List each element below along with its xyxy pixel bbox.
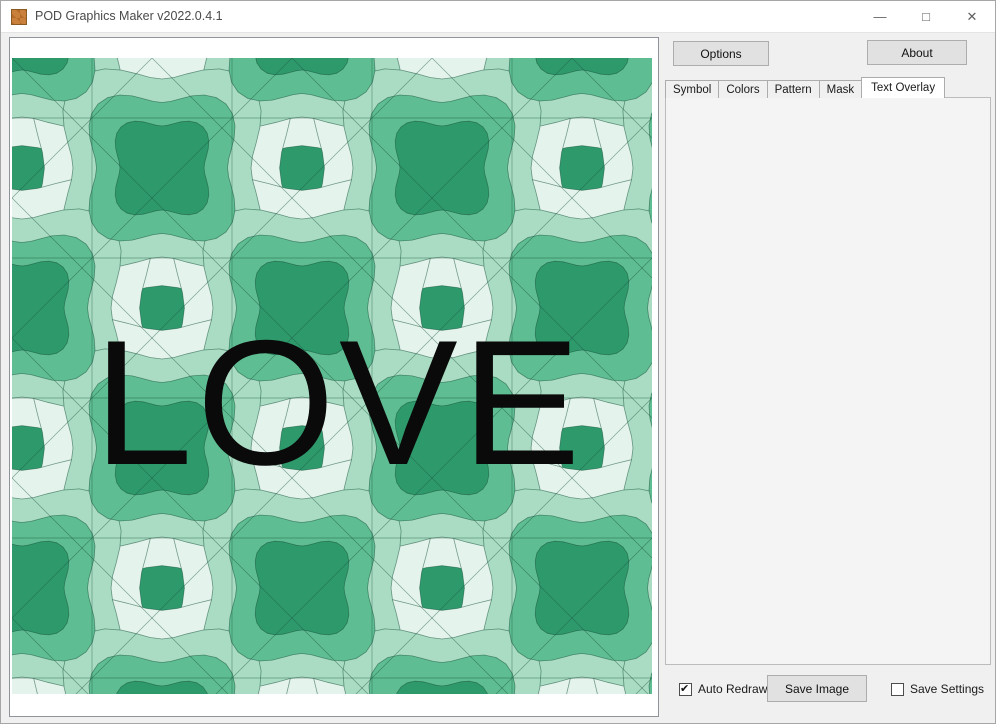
- window-title: POD Graphics Maker v2022.0.4.1: [35, 9, 223, 23]
- tab-pattern[interactable]: Pattern: [767, 80, 820, 98]
- tab-strip: SymbolColorsPatternMaskText Overlay: [665, 78, 944, 98]
- title-bar: POD Graphics Maker v2022.0.4.1 — □ ✕: [1, 1, 995, 33]
- checkbox-box[interactable]: [891, 683, 904, 696]
- minimize-button[interactable]: —: [857, 1, 903, 33]
- options-button[interactable]: Options: [673, 41, 769, 66]
- tab-colors[interactable]: Colors: [718, 80, 767, 98]
- app-window: { "window": { "title": "POD Graphics Mak…: [0, 0, 996, 724]
- about-button[interactable]: About: [867, 40, 967, 65]
- tab-mask[interactable]: Mask: [819, 80, 862, 98]
- save-settings-checkbox[interactable]: Save Settings: [891, 682, 984, 696]
- checkbox-box[interactable]: [679, 683, 692, 696]
- close-button[interactable]: ✕: [949, 1, 995, 33]
- app-icon: [11, 9, 27, 25]
- tab-page-text-overlay: [665, 97, 991, 665]
- save-image-button[interactable]: Save Image: [767, 675, 867, 702]
- maximize-button[interactable]: □: [903, 1, 949, 33]
- tab-text-overlay[interactable]: Text Overlay: [861, 77, 945, 98]
- auto-redraw-checkbox[interactable]: Auto Redraw: [679, 682, 767, 696]
- pattern-image: LOVE: [12, 58, 652, 694]
- svg-text:LOVE: LOVE: [94, 303, 585, 502]
- tab-symbol[interactable]: Symbol: [665, 80, 719, 98]
- preview-canvas: LOVE: [9, 37, 659, 717]
- checkbox-label: Auto Redraw: [698, 682, 767, 696]
- checkbox-label: Save Settings: [910, 682, 984, 696]
